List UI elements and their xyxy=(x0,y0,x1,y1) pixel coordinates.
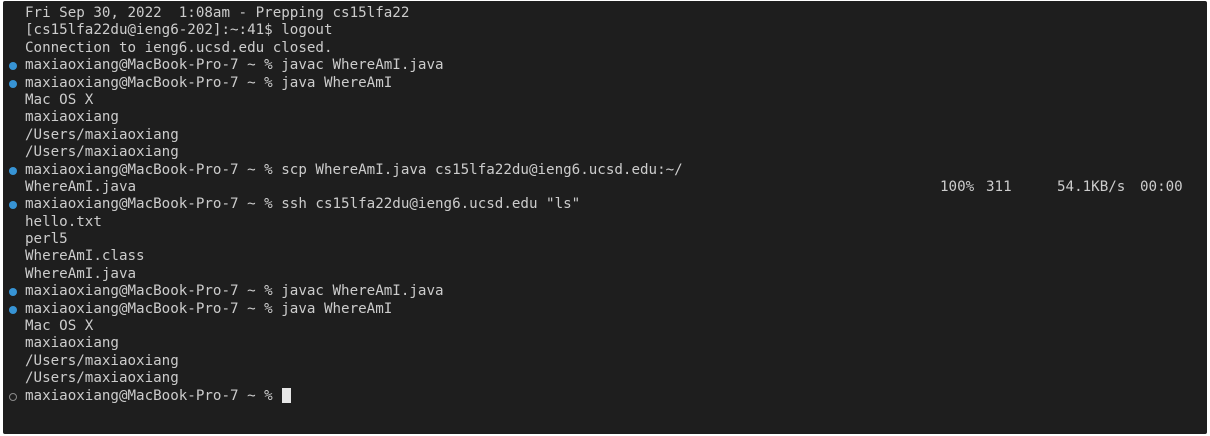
command-line: maxiaoxiang@MacBook-Pro-7 ~ % scp WhereA… xyxy=(3,162,1207,179)
block-cursor-icon xyxy=(282,387,292,403)
terminal-line: WhereAmI.class xyxy=(3,248,1207,265)
line-text: Connection to ieng6.ucsd.edu closed. xyxy=(25,39,333,56)
prompt-input[interactable]: maxiaoxiang@MacBook-Pro-7 ~ % xyxy=(25,387,292,405)
command-text: maxiaoxiang@MacBook-Pro-7 ~ % javac Wher… xyxy=(25,283,444,300)
terminal-line: maxiaoxiang xyxy=(3,335,1207,352)
line-text: Mac OS X xyxy=(25,91,94,108)
command-text: maxiaoxiang@MacBook-Pro-7 ~ % javac Wher… xyxy=(25,57,444,74)
terminal-line: maxiaoxiang xyxy=(3,109,1207,126)
line-text: Mac OS X xyxy=(25,318,94,335)
command-success-icon[interactable] xyxy=(9,201,17,210)
terminal-line: [cs15lfa22du@ieng6-202]:~:41$ logout xyxy=(3,22,1207,39)
command-text: maxiaoxiang@MacBook-Pro-7 ~ % scp WhereA… xyxy=(25,161,683,178)
terminal-line: Mac OS X xyxy=(3,318,1207,335)
command-line: maxiaoxiang@MacBook-Pro-7 ~ % ssh cs15lf… xyxy=(3,196,1207,213)
line-text: WhereAmI.java xyxy=(25,265,137,282)
command-success-icon[interactable] xyxy=(9,62,17,71)
terminal-line: Connection to ieng6.ucsd.edu closed. xyxy=(3,40,1207,57)
terminal-line: /Users/maxiaoxiang xyxy=(3,144,1207,161)
command-text: maxiaoxiang@MacBook-Pro-7 ~ % ssh cs15lf… xyxy=(25,196,581,213)
line-text: /Users/maxiaoxiang xyxy=(25,144,179,161)
command-line: maxiaoxiang@MacBook-Pro-7 ~ % java Where… xyxy=(3,301,1207,318)
command-line: maxiaoxiang@MacBook-Pro-7 ~ % java Where… xyxy=(3,75,1207,92)
command-text: maxiaoxiang@MacBook-Pro-7 ~ % java Where… xyxy=(25,300,393,317)
terminal-line: /Users/maxiaoxiang xyxy=(3,127,1207,144)
command-line: maxiaoxiang@MacBook-Pro-7 ~ % javac Wher… xyxy=(3,57,1207,74)
line-text: maxiaoxiang xyxy=(25,335,119,352)
command-success-icon[interactable] xyxy=(9,305,17,314)
current-prompt-line[interactable]: maxiaoxiang@MacBook-Pro-7 ~ % xyxy=(3,387,1207,405)
transfer-rate: 54.1KB/s xyxy=(1057,178,1126,195)
scp-progress-line: WhereAmI.java 100% 311 54.1KB/s 00:00 xyxy=(3,179,1207,196)
line-text: [cs15lfa22du@ieng6-202]:~:41$ logout xyxy=(25,22,333,39)
command-success-icon[interactable] xyxy=(9,79,17,88)
line-text: Fri Sep 30, 2022 1:08am - Prepping cs15l… xyxy=(25,5,410,21)
line-text: /Users/maxiaoxiang xyxy=(25,126,179,143)
line-text: /Users/maxiaoxiang xyxy=(25,370,179,387)
terminal-line: /Users/maxiaoxiang xyxy=(3,370,1207,387)
line-text: perl5 xyxy=(25,231,68,248)
terminal-panel[interactable]: Fri Sep 30, 2022 1:08am - Prepping cs15l… xyxy=(3,1,1207,434)
transfer-percent: 100% xyxy=(940,178,975,195)
terminal-line: WhereAmI.java xyxy=(3,266,1207,283)
terminal-output: Fri Sep 30, 2022 1:08am - Prepping cs15l… xyxy=(3,5,1207,405)
line-text: hello.txt xyxy=(25,213,102,230)
terminal-line: Fri Sep 30, 2022 1:08am - Prepping cs15l… xyxy=(3,5,1207,22)
transfer-eta: 00:00 xyxy=(1140,178,1183,195)
command-success-icon[interactable] xyxy=(9,288,17,297)
command-success-icon[interactable] xyxy=(9,166,17,175)
line-text: /Users/maxiaoxiang xyxy=(25,352,179,369)
terminal-line: hello.txt xyxy=(3,214,1207,231)
prompt-text: maxiaoxiang@MacBook-Pro-7 ~ % xyxy=(25,387,282,404)
command-pending-icon xyxy=(9,392,17,401)
line-text: maxiaoxiang xyxy=(25,109,119,126)
terminal-line: perl5 xyxy=(3,231,1207,248)
command-text: maxiaoxiang@MacBook-Pro-7 ~ % java Where… xyxy=(25,74,393,91)
transfer-filename: WhereAmI.java xyxy=(25,178,137,195)
transfer-size: 311 xyxy=(986,178,1012,195)
terminal-line: Mac OS X xyxy=(3,92,1207,109)
command-line: maxiaoxiang@MacBook-Pro-7 ~ % javac Wher… xyxy=(3,283,1207,300)
line-text: WhereAmI.class xyxy=(25,248,145,265)
terminal-line: /Users/maxiaoxiang xyxy=(3,353,1207,370)
